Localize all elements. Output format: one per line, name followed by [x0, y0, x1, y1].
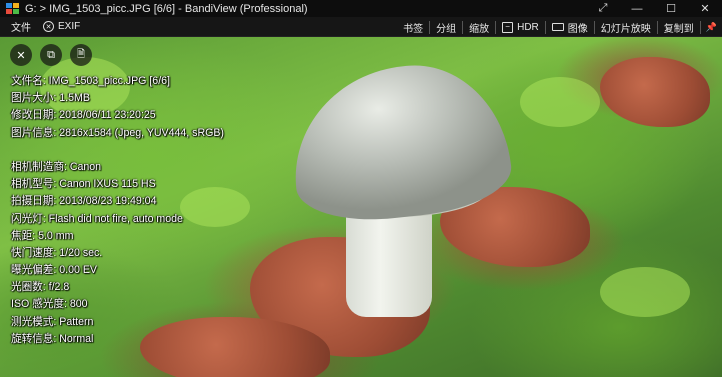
close-circle-icon: ✕	[43, 21, 54, 32]
moss-highlight	[600, 267, 690, 317]
exif-button[interactable]: ✕ EXIF	[37, 17, 86, 37]
info-shutter-speed: 快门速度: 1/20 sec.	[11, 246, 103, 259]
info-orientation: 旋转信息: Normal	[11, 332, 94, 345]
image-button[interactable]: 图像	[546, 17, 594, 37]
exif-info-panel: 文件名: IMG_1503_picc.JPG [6/6] 图片大小: 1.5MB…	[11, 73, 224, 348]
info-modified-date: 修改日期: 2018/06/11 23:20:25	[11, 109, 156, 122]
info-iso: ISO 感光度: 800	[11, 298, 88, 311]
zoom-button[interactable]: 缩放	[463, 17, 495, 37]
info-file-size: 图片大小: 1.5MB	[11, 92, 90, 105]
bandiview-window: G: > IMG_1503_picc.JPG [6/6] - BandiView…	[0, 0, 722, 377]
info-focal-length: 焦距: 5.0 mm	[11, 229, 74, 242]
maximize-button[interactable]: ☐	[654, 0, 688, 17]
info-image-info: 图片信息: 2816x1584 (Jpeg, YUV444, sRGB)	[11, 126, 224, 139]
exif-label: EXIF	[58, 21, 81, 32]
image-label: 图像	[567, 23, 588, 35]
minimize-button[interactable]: —	[620, 0, 654, 17]
info-camera-model: 相机型号: Canon IXUS 115 HS	[11, 178, 156, 191]
image-icon	[551, 23, 564, 31]
toolbar-actions: 书签 分组 缩放 − HDR 图像 幻灯片放映 复制到 📌	[392, 17, 722, 37]
soil-mound	[600, 57, 710, 127]
document-info-button[interactable]: 🗎	[70, 44, 92, 66]
minimize-icon: —	[631, 2, 643, 15]
hdr-icon: −	[502, 21, 514, 33]
info-metering-mode: 测光模式: Pattern	[11, 315, 94, 328]
copy-info-button[interactable]: ⧉	[40, 44, 62, 66]
slideshow-button[interactable]: 幻灯片放映	[595, 17, 657, 37]
expand-icon: ⤢	[598, 2, 608, 14]
close-info-button[interactable]: ✕	[10, 44, 32, 66]
info-date-taken: 拍摄日期: 2013/08/23 19:49:04	[11, 195, 157, 208]
fullscreen-button[interactable]: ⤢	[586, 0, 620, 17]
window-controls: ⤢ — ☐ ✕	[586, 0, 722, 17]
title-bar: G: > IMG_1503_picc.JPG [6/6] - BandiView…	[0, 0, 722, 17]
close-icon: ✕	[16, 49, 26, 62]
overlay-toolbar: ✕ ⧉ 🗎	[10, 44, 92, 66]
info-aperture: 光圈数: f/2.8	[11, 281, 70, 294]
moss-highlight	[520, 77, 600, 127]
pin-button[interactable]: 📌	[701, 17, 722, 37]
menu-file[interactable]: 文件	[0, 17, 37, 37]
copy-icon: ⧉	[47, 48, 55, 61]
info-flash: 闪光灯: Flash did not fire, auto mode	[11, 212, 183, 225]
hdr-label: HDR	[517, 21, 539, 33]
close-icon: ✕	[700, 3, 710, 15]
close-button[interactable]: ✕	[688, 0, 722, 17]
toolbar: 文件 ✕ EXIF 书签 分组 缩放 − HDR 图像 幻灯片放映 复制到 📌	[0, 17, 722, 37]
info-exposure-bias: 曝光偏差: 0.00 EV	[11, 264, 97, 277]
window-title: G: > IMG_1503_picc.JPG [6/6] - BandiView…	[25, 2, 308, 15]
pin-icon: 📌	[705, 21, 717, 32]
info-camera-maker: 相机制造商: Canon	[11, 160, 102, 173]
info-file-name: 文件名: IMG_1503_picc.JPG [6/6]	[11, 75, 170, 87]
group-button[interactable]: 分组	[430, 17, 462, 37]
copy-to-button[interactable]: 复制到	[658, 17, 700, 37]
bookmark-button[interactable]: 书签	[392, 17, 429, 37]
app-logo-icon	[6, 2, 19, 15]
maximize-icon: ☐	[666, 3, 676, 15]
hdr-button[interactable]: − HDR	[496, 17, 545, 37]
document-icon: 🗎	[76, 48, 86, 60]
